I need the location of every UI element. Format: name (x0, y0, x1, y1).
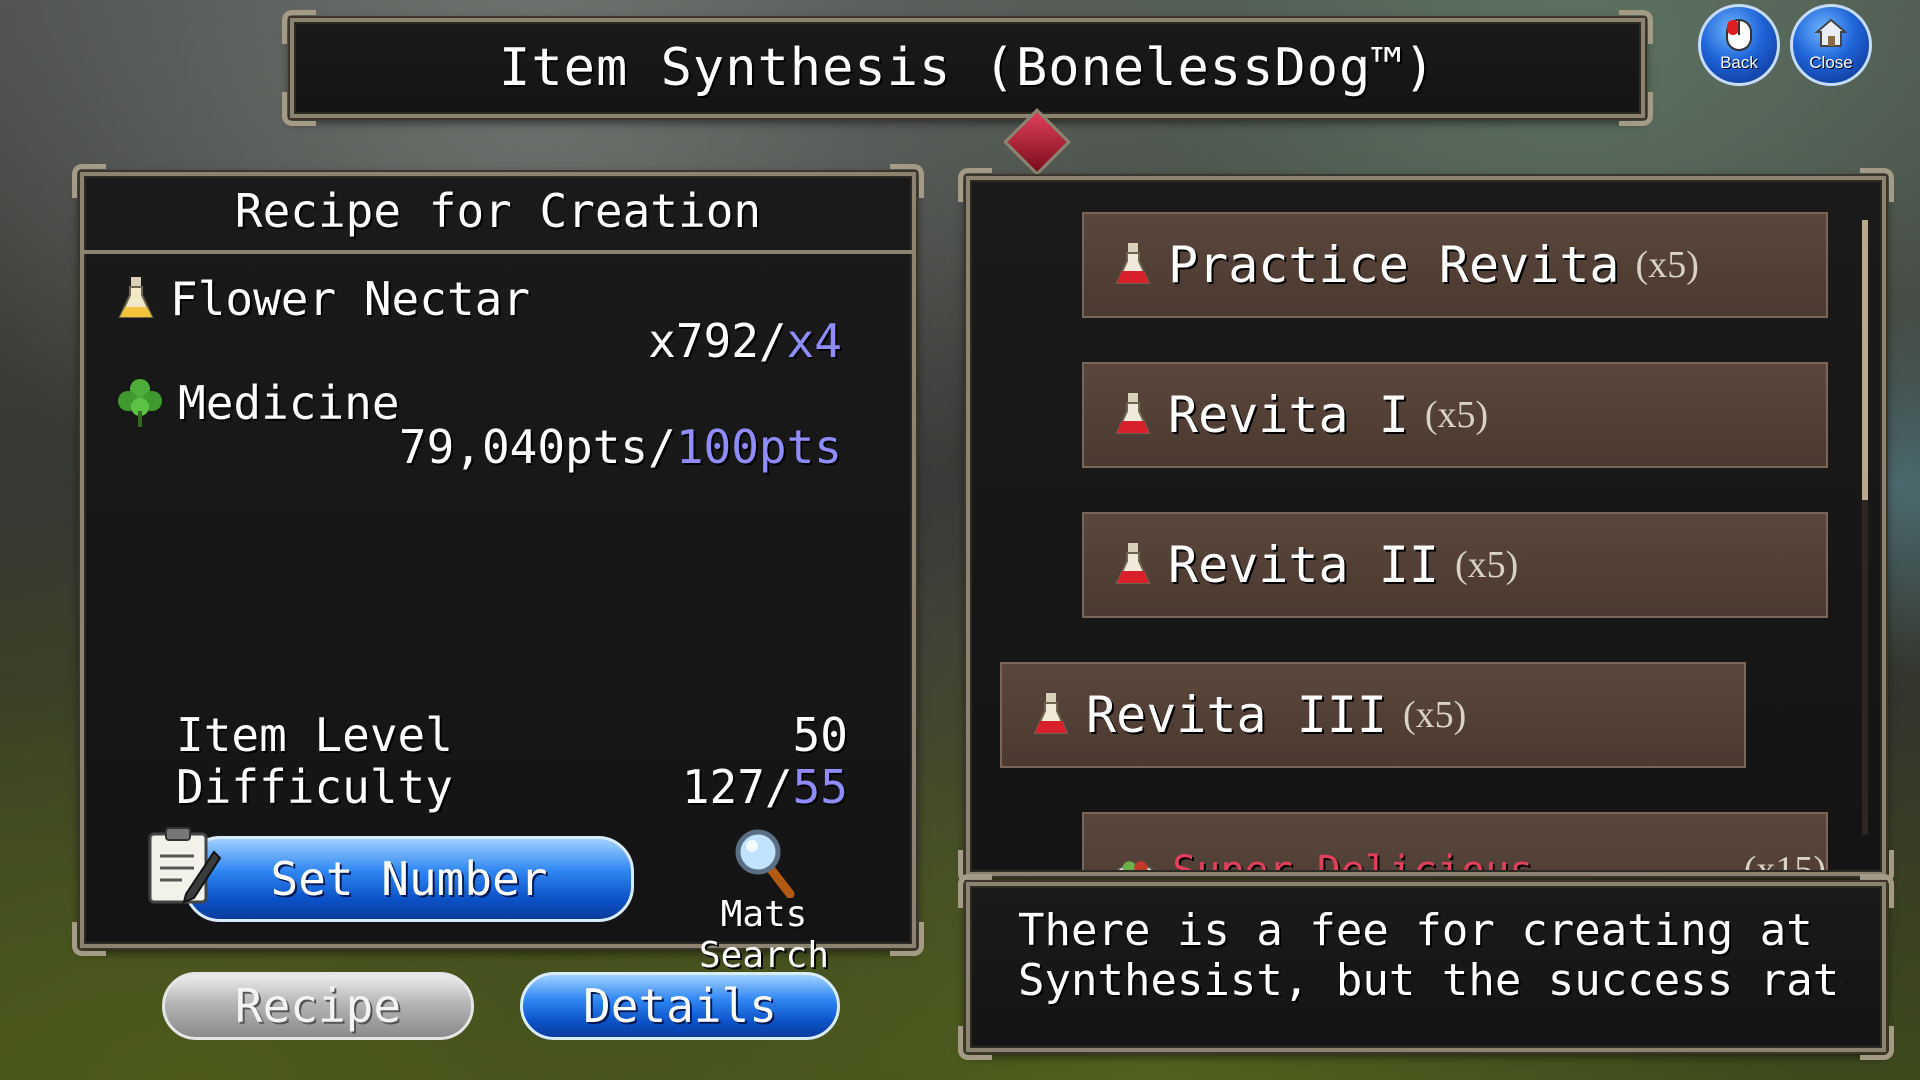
recipe-heading: Recipe for Creation (234, 184, 762, 238)
list-item-selected[interactable]: Revita III (x5) (1000, 662, 1746, 768)
potion-bottle-icon (118, 277, 154, 318)
material-count: 79,040pts/100pts (398, 420, 842, 474)
item-name: Revita I (1168, 386, 1409, 444)
set-number-button[interactable]: Set Number (184, 836, 634, 922)
item-level-label: Item Level (176, 708, 453, 762)
description-text: There is a fee for creating at the Synth… (1018, 906, 1842, 1006)
window-title: Item Synthesis (BonelessDog™) (499, 38, 1436, 98)
list-scrollbar[interactable] (1862, 220, 1868, 835)
item-qty: (x5) (1403, 694, 1467, 736)
divider (84, 250, 912, 254)
list-item-partial-clip: Super Delicious Yakitori (x15) (1082, 812, 1828, 870)
mouse-icon (1726, 19, 1752, 51)
red-potion-icon (1115, 243, 1151, 284)
food-plate-icon (1116, 861, 1155, 870)
item-name: Super Delicious Yakitori (1172, 848, 1727, 870)
title-bar: Item Synthesis (BonelessDog™) (282, 10, 1653, 126)
material-name: Medicine (178, 376, 400, 430)
tab-details[interactable]: Details (520, 972, 840, 1040)
item-qty: (x5) (1424, 394, 1489, 436)
home-icon (1814, 18, 1848, 47)
item-qty: (x5) (1635, 244, 1699, 286)
synthesis-list-panel: Practice Revita (x5) Revita I (x5) Revit… (958, 168, 1894, 884)
back-label: Back (1720, 53, 1758, 72)
red-potion-icon (1115, 393, 1151, 434)
mats-search-button[interactable]: Mats Search (664, 826, 864, 976)
material-row: Flower Nectar (116, 272, 530, 326)
list-item[interactable]: Revita II (x5) (1082, 512, 1828, 618)
list-item[interactable]: Super Delicious Yakitori (x15) (1082, 812, 1828, 870)
item-name: Revita III (1086, 686, 1388, 744)
description-panel: There is a fee for creating at the Synth… (958, 874, 1894, 1060)
difficulty-label: Difficulty (176, 760, 453, 814)
recipe-panel: Recipe for Creation Flower Nectar x792/x… (72, 164, 924, 976)
item-level-value: 50 (792, 708, 848, 762)
difficulty-value: 127/55 (681, 760, 848, 814)
list-item[interactable]: Revita I (x5) (1082, 362, 1828, 468)
item-qty: (x5) (1454, 544, 1519, 586)
clipboard-pen-icon (148, 827, 222, 904)
material-name: Flower Nectar (170, 272, 531, 326)
material-row: Medicine (116, 376, 400, 430)
item-qty: (x15) (1743, 849, 1826, 870)
material-count: x792/x4 (648, 314, 842, 368)
mats-search-label: Mats Search (698, 894, 830, 976)
list-item[interactable]: Practice Revita (x5) (1082, 212, 1828, 318)
red-potion-icon (1115, 543, 1151, 584)
scrollbar-thumb[interactable] (1862, 220, 1868, 500)
item-name: Revita II (1168, 536, 1439, 594)
magnifier-icon (735, 829, 795, 898)
tab-recipe[interactable]: Recipe (162, 972, 474, 1040)
item-name: Practice Revita (1168, 236, 1620, 294)
red-potion-icon (1033, 693, 1069, 734)
close-button[interactable]: Close (1790, 4, 1872, 86)
ornament-gem-icon (1003, 108, 1071, 176)
back-button[interactable]: Back (1698, 4, 1780, 86)
herb-clover-icon (118, 379, 162, 427)
close-label: Close (1809, 53, 1853, 72)
